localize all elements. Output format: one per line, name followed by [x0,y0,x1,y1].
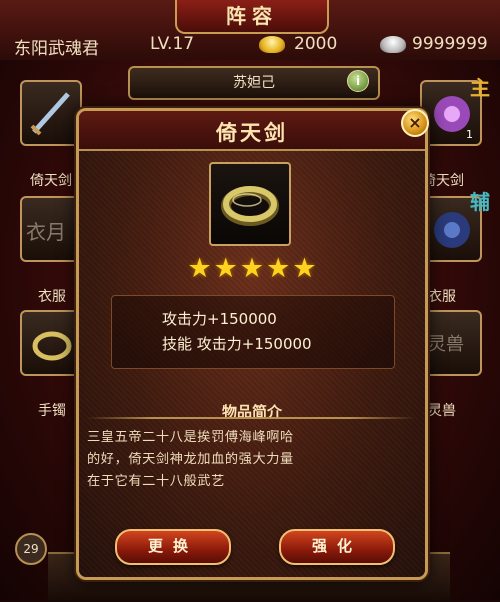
replace-button[interactable]: 更换 [115,529,231,565]
screen-title: 阵容 [175,0,329,34]
star-icon: ★ [239,253,265,284]
hero-name: 苏妲己 [233,75,275,91]
silver-ingot-icon [380,36,406,53]
right-slot-label: 灵兽 [428,403,456,419]
bracelet-icon [32,331,72,361]
info-icon[interactable]: i [347,70,369,92]
stat-attack: 攻击力+150000 [162,310,277,328]
star-icon: ★ [266,253,291,284]
description-line: 的好，倚天剑神龙加血的强大力量 [87,452,294,467]
player-level: LV.17 [150,34,195,54]
top-bar: 阵容 东阳武魂君 LV.17 2000 9999999 [0,0,500,62]
right-slot-pet[interactable]: 灵兽 [420,310,482,376]
stats-panel: 攻击力+150000 技能 攻击力+150000 [111,295,395,369]
main-tag: 主 [470,76,490,100]
close-button[interactable]: × [401,109,429,137]
description-line: 在于它有二十八般武艺 [87,474,225,489]
item-name: 倚天剑 [216,121,288,145]
gold-ingot-icon [259,36,285,53]
armor-icon: 衣月 [26,220,66,244]
description-text: 三皇五帝二十八是挨罚傅海峰啊哈 的好，倚天剑神龙加血的强大力量 在于它有二十八般… [87,427,417,493]
left-slot-weapon[interactable] [20,80,82,146]
hero-name-plate: 苏妲己 [128,66,380,100]
left-slot-label: 手镯 [38,403,66,419]
pet-icon: 灵兽 [428,334,464,355]
bangle-ring-icon [221,186,279,226]
stat-skill-attack: 技能 攻击力+150000 [162,335,312,353]
right-slot-label: 倚天剑 [422,173,464,189]
dialog-header: 倚天剑 [79,111,425,151]
enhance-button[interactable]: 强化 [279,529,395,565]
sword-icon [30,92,70,136]
star-icon: ★ [213,253,238,284]
left-slot-armor[interactable]: 衣月 [20,196,82,262]
gold-amount: 2000 [294,34,338,54]
slot-count-badge: 1 [466,128,473,141]
star-rating: ★★★★★ [79,253,425,284]
description-line: 三皇五帝二十八是挨罚傅海峰啊哈 [87,430,294,445]
star-icon: ★ [292,253,317,284]
assist-tag: 辅 [470,190,490,214]
item-icon-frame [209,162,291,246]
player-name: 东阳武魂君 [14,39,99,59]
hero-level-badge: 29 [15,533,47,565]
left-slot-bracelet[interactable] [20,310,82,376]
item-detail-dialog: 倚天剑 × ★★★★★ 攻击力+150000 技能 攻击力+150000 物品简… [76,108,429,580]
star-icon: ★ [187,253,212,284]
left-slot-label: 衣服 [38,289,66,305]
silver-amount: 9999999 [412,34,488,54]
right-slot-label: 衣服 [428,289,456,305]
divider [87,417,415,419]
left-slot-label: 倚天剑 [30,173,72,189]
